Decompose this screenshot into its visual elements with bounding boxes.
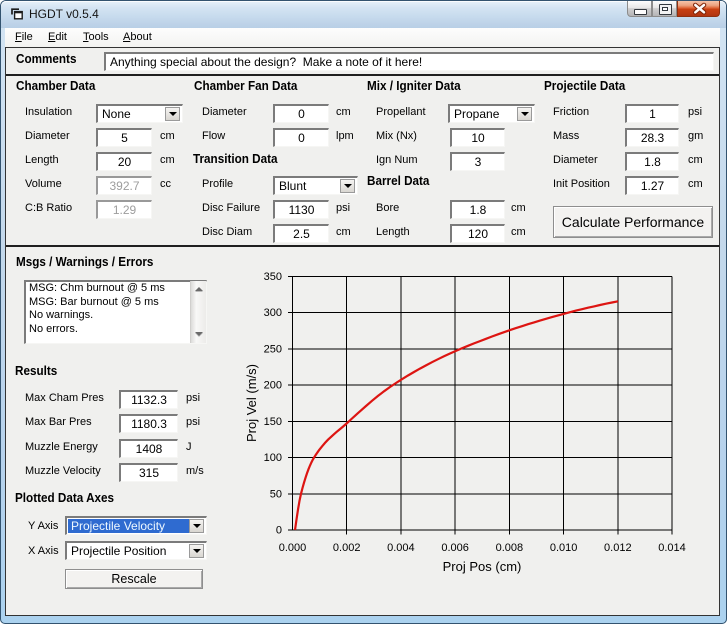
svg-text:0.006: 0.006 (441, 542, 469, 554)
svg-text:300: 300 (264, 307, 282, 319)
svg-text:50: 50 (270, 488, 282, 500)
svg-text:0: 0 (276, 525, 282, 537)
svg-text:0.014: 0.014 (658, 542, 686, 554)
svg-text:0.012: 0.012 (604, 542, 632, 554)
svg-text:Proj Vel (m/s): Proj Vel (m/s) (244, 364, 259, 442)
svg-text:100: 100 (264, 452, 282, 464)
svg-text:150: 150 (264, 416, 282, 428)
svg-text:250: 250 (264, 343, 282, 355)
svg-text:350: 350 (264, 271, 282, 283)
svg-text:Proj Pos (cm): Proj Pos (cm) (443, 559, 522, 574)
svg-text:0.008: 0.008 (496, 542, 524, 554)
svg-text:0.000: 0.000 (279, 542, 307, 554)
svg-text:0.010: 0.010 (550, 542, 578, 554)
svg-text:0.002: 0.002 (333, 542, 361, 554)
svg-text:200: 200 (264, 380, 282, 392)
svg-text:0.004: 0.004 (387, 542, 415, 554)
